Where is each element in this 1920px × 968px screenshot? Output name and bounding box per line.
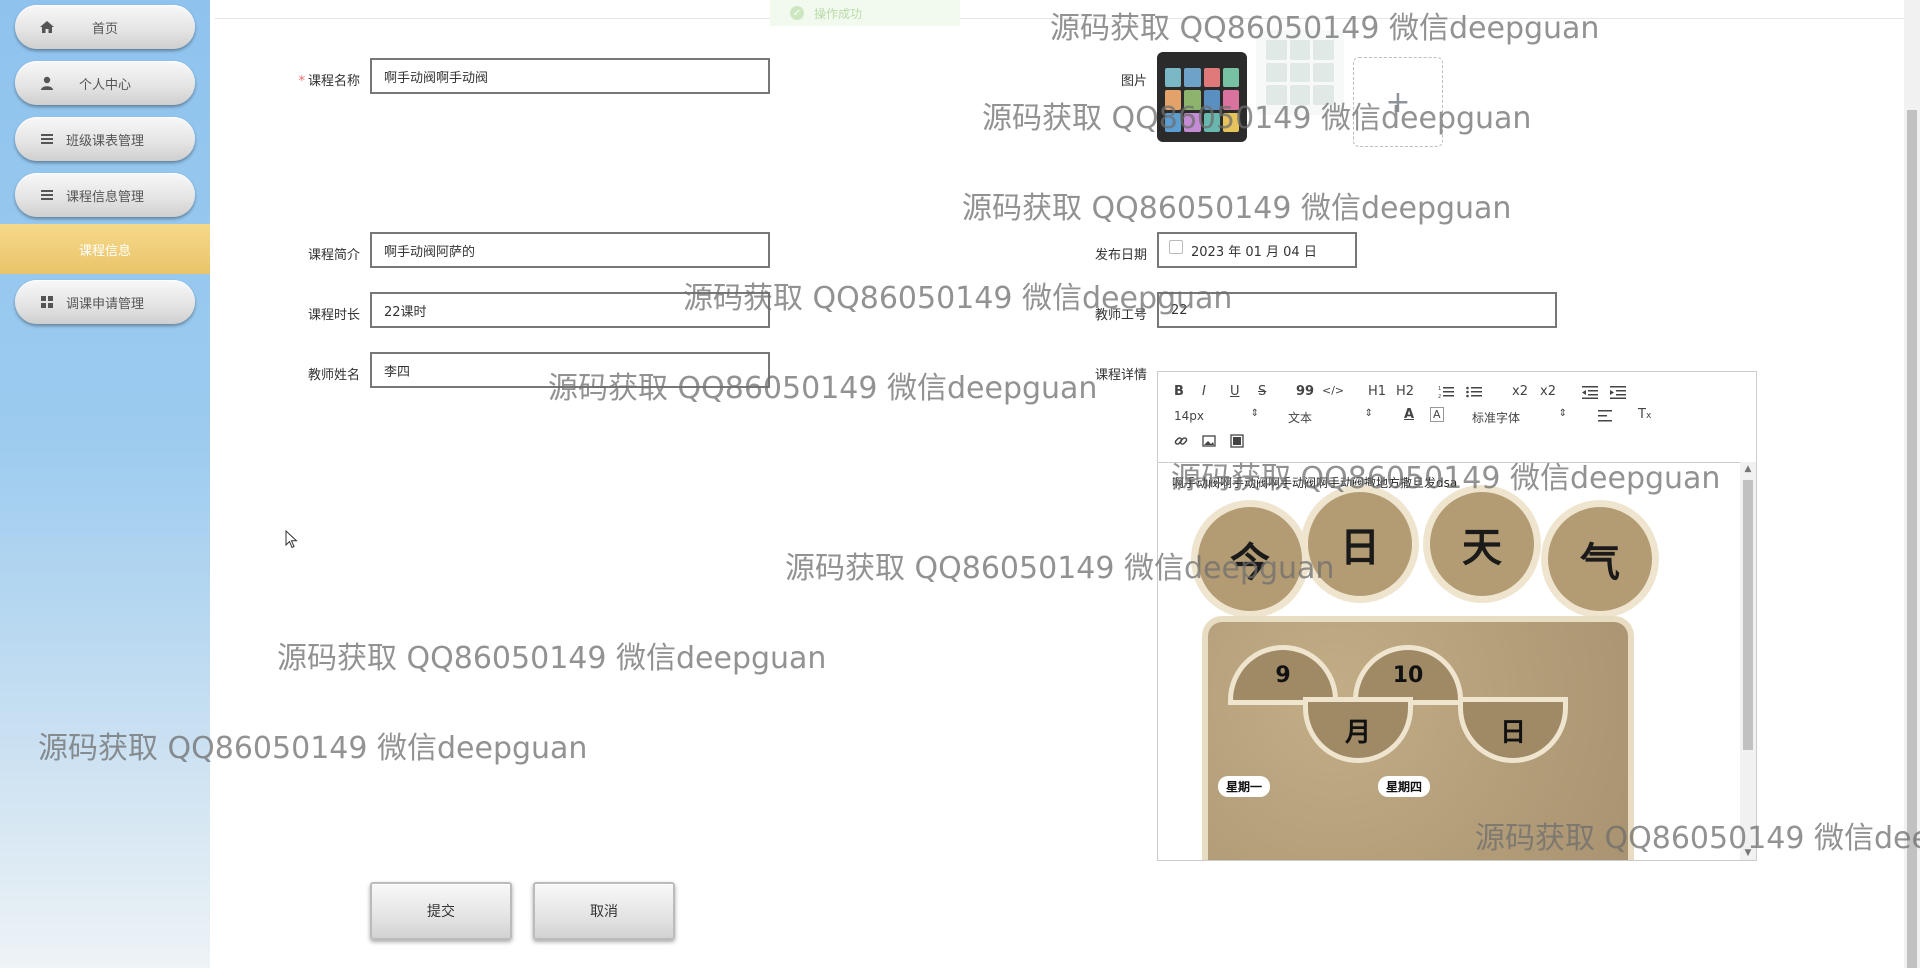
select-caret-icon: ⇕ (1558, 408, 1567, 419)
bold-button[interactable]: B (1174, 384, 1184, 399)
watermark-text: 源码获取 QQ86050149 微信deepguan (962, 191, 1512, 226)
image-pocket: 月 (1308, 702, 1408, 758)
link-icon[interactable] (1174, 434, 1188, 448)
h2-button[interactable]: H2 (1396, 384, 1414, 399)
header-divider (215, 18, 1905, 19)
required-mark: * (298, 74, 305, 89)
plus-icon: + (1385, 84, 1411, 120)
h1-button[interactable]: H1 (1368, 384, 1386, 399)
check-icon: ✓ (790, 6, 804, 20)
course-details-label: 课程详情 (1094, 368, 1147, 383)
scroll-up-icon[interactable]: ▲ (1743, 464, 1753, 474)
sidebar-item-label: 首页 (91, 21, 118, 37)
course-intro-label: 课程简介 (307, 248, 360, 263)
outdent-icon[interactable] (1582, 385, 1598, 399)
image-weekday: 星期一 (1218, 776, 1271, 797)
grid-icon (41, 296, 53, 308)
svg-text:2: 2 (1438, 394, 1441, 399)
editor-scrollbar[interactable]: ▲ ▼ (1740, 462, 1756, 860)
font-size-select[interactable]: 14px ⇕ (1174, 408, 1259, 423)
sidebar-item-label: 班级课表管理 (65, 133, 144, 149)
editor-toolbar: B I U S 99 </> H1 H2 12 x2 x2 14px ⇕ 文本 ⇕ … (1158, 372, 1756, 463)
svg-text:1: 1 (1438, 386, 1441, 392)
success-toast: ✓ 操作成功 (770, 0, 960, 26)
image-pocket: 日 (1463, 702, 1563, 758)
align-icon[interactable] (1598, 410, 1612, 422)
scroll-down-icon[interactable]: ▼ (1743, 848, 1753, 858)
image-disc: 天 (1430, 492, 1534, 596)
image-label: 图片 (1120, 74, 1147, 89)
menu-icon (41, 134, 53, 144)
blockquote-button[interactable]: 99 (1296, 384, 1314, 399)
page-scrollbar[interactable] (1904, 0, 1920, 968)
teacher-id-input[interactable]: 22 (1157, 292, 1557, 328)
sidebar-item-course-change[interactable]: 调课申请管理 (15, 280, 195, 324)
image-disc: 日 (1308, 492, 1412, 596)
toast-text: 操作成功 (814, 6, 863, 21)
select-caret-icon: ⇕ (1250, 408, 1259, 419)
background-color-icon[interactable]: A (1430, 407, 1444, 422)
image-thumbnail[interactable] (1157, 52, 1247, 142)
home-icon (40, 21, 54, 33)
font-color-icon[interactable]: A (1404, 407, 1414, 422)
header-select[interactable]: 文本 ⇕ (1288, 408, 1373, 426)
watermark-text: 源码获取 QQ86050149 微信deepguan (277, 641, 827, 676)
select-caret-icon: ⇕ (1364, 408, 1373, 419)
rich-text-editor[interactable]: B I U S 99 </> H1 H2 12 x2 x2 14px ⇕ 文本 ⇕ … (1157, 371, 1757, 861)
clear-format-icon[interactable]: Tx (1638, 407, 1651, 422)
image-icon[interactable] (1202, 434, 1216, 448)
teacher-name-input[interactable]: 李四 (370, 352, 770, 388)
image-thumbnail-faded (1256, 30, 1344, 115)
image-pocket: 10 (1358, 650, 1458, 700)
sidebar-item-home[interactable]: 首页 (15, 5, 195, 49)
video-icon[interactable] (1230, 434, 1244, 448)
code-block-button[interactable]: </> (1322, 384, 1344, 397)
superscript-button[interactable]: x2 (1540, 384, 1556, 399)
indent-icon[interactable] (1610, 385, 1626, 399)
strike-button[interactable]: S (1258, 384, 1266, 399)
sidebar-item-label: 个人中心 (78, 77, 131, 93)
sidebar-item-label: 课程信息 (78, 243, 131, 259)
subscript-button[interactable]: x2 (1512, 384, 1528, 399)
submit-button[interactable]: 提交 (370, 882, 512, 940)
sidebar-item-label: 课程信息管理 (65, 189, 144, 205)
scroll-thumb[interactable] (1743, 480, 1753, 750)
editor-paragraph: 啊手动阀啊手动阀啊手动阀啊手动阀撒地方撒旦发dsa (1172, 476, 1458, 490)
sidebar-item-class-schedule[interactable]: 班级课表管理 (15, 117, 195, 161)
publish-date-picker[interactable]: 2023 年 01 月 04 日 (1157, 232, 1357, 268)
image-disc: 气 (1548, 507, 1652, 611)
image-disc: 今 (1198, 507, 1302, 611)
sidebar-item-label: 调课申请管理 (65, 296, 144, 312)
italic-button[interactable]: I (1202, 384, 1206, 399)
menu-icon (41, 190, 53, 200)
page-scroll-thumb[interactable] (1907, 110, 1917, 968)
image-weekday: 星期四 (1378, 776, 1431, 797)
sidebar-subitem-course-info[interactable]: 课程信息 (0, 224, 210, 274)
calendar-icon (1169, 240, 1183, 254)
sidebar: 首页 个人中心 班级课表管理 课程信息管理 课程信息 调课申请管理 (0, 0, 210, 968)
ordered-list-icon[interactable]: 12 (1438, 385, 1454, 399)
publish-date-label: 发布日期 (1094, 248, 1147, 263)
user-icon (41, 76, 53, 90)
underline-button[interactable]: U (1230, 384, 1240, 399)
course-name-label: * 课程名称 (298, 74, 360, 89)
course-intro-input[interactable]: 啊手动阀阿萨的 (370, 232, 770, 268)
cancel-button[interactable]: 取消 (533, 882, 675, 940)
sidebar-item-profile[interactable]: 个人中心 (15, 61, 195, 105)
bullet-list-icon[interactable] (1466, 385, 1482, 399)
mouse-cursor-icon (285, 530, 298, 549)
course-duration-input[interactable]: 22课时 (370, 292, 770, 328)
image-pocket: 9 (1233, 650, 1333, 700)
teacher-id-label: 教师工号 (1094, 308, 1147, 323)
font-family-select[interactable]: 标准字体 ⇕ (1472, 408, 1567, 426)
image-burlap-board: 9 10 月 日 星期一 星期四 (1208, 622, 1628, 860)
editor-content[interactable]: 啊手动阀啊手动阀啊手动阀啊手动阀撒地方撒旦发dsa 今 日 天 气 9 10 月… (1158, 462, 1756, 860)
image-upload-button[interactable]: + (1353, 57, 1443, 147)
course-duration-label: 课程时长 (307, 308, 360, 323)
course-name-input[interactable]: 啊手动阀啊手动阀 (370, 58, 770, 94)
teacher-name-label: 教师姓名 (307, 368, 360, 383)
sidebar-item-course-info-mgmt[interactable]: 课程信息管理 (15, 173, 195, 217)
